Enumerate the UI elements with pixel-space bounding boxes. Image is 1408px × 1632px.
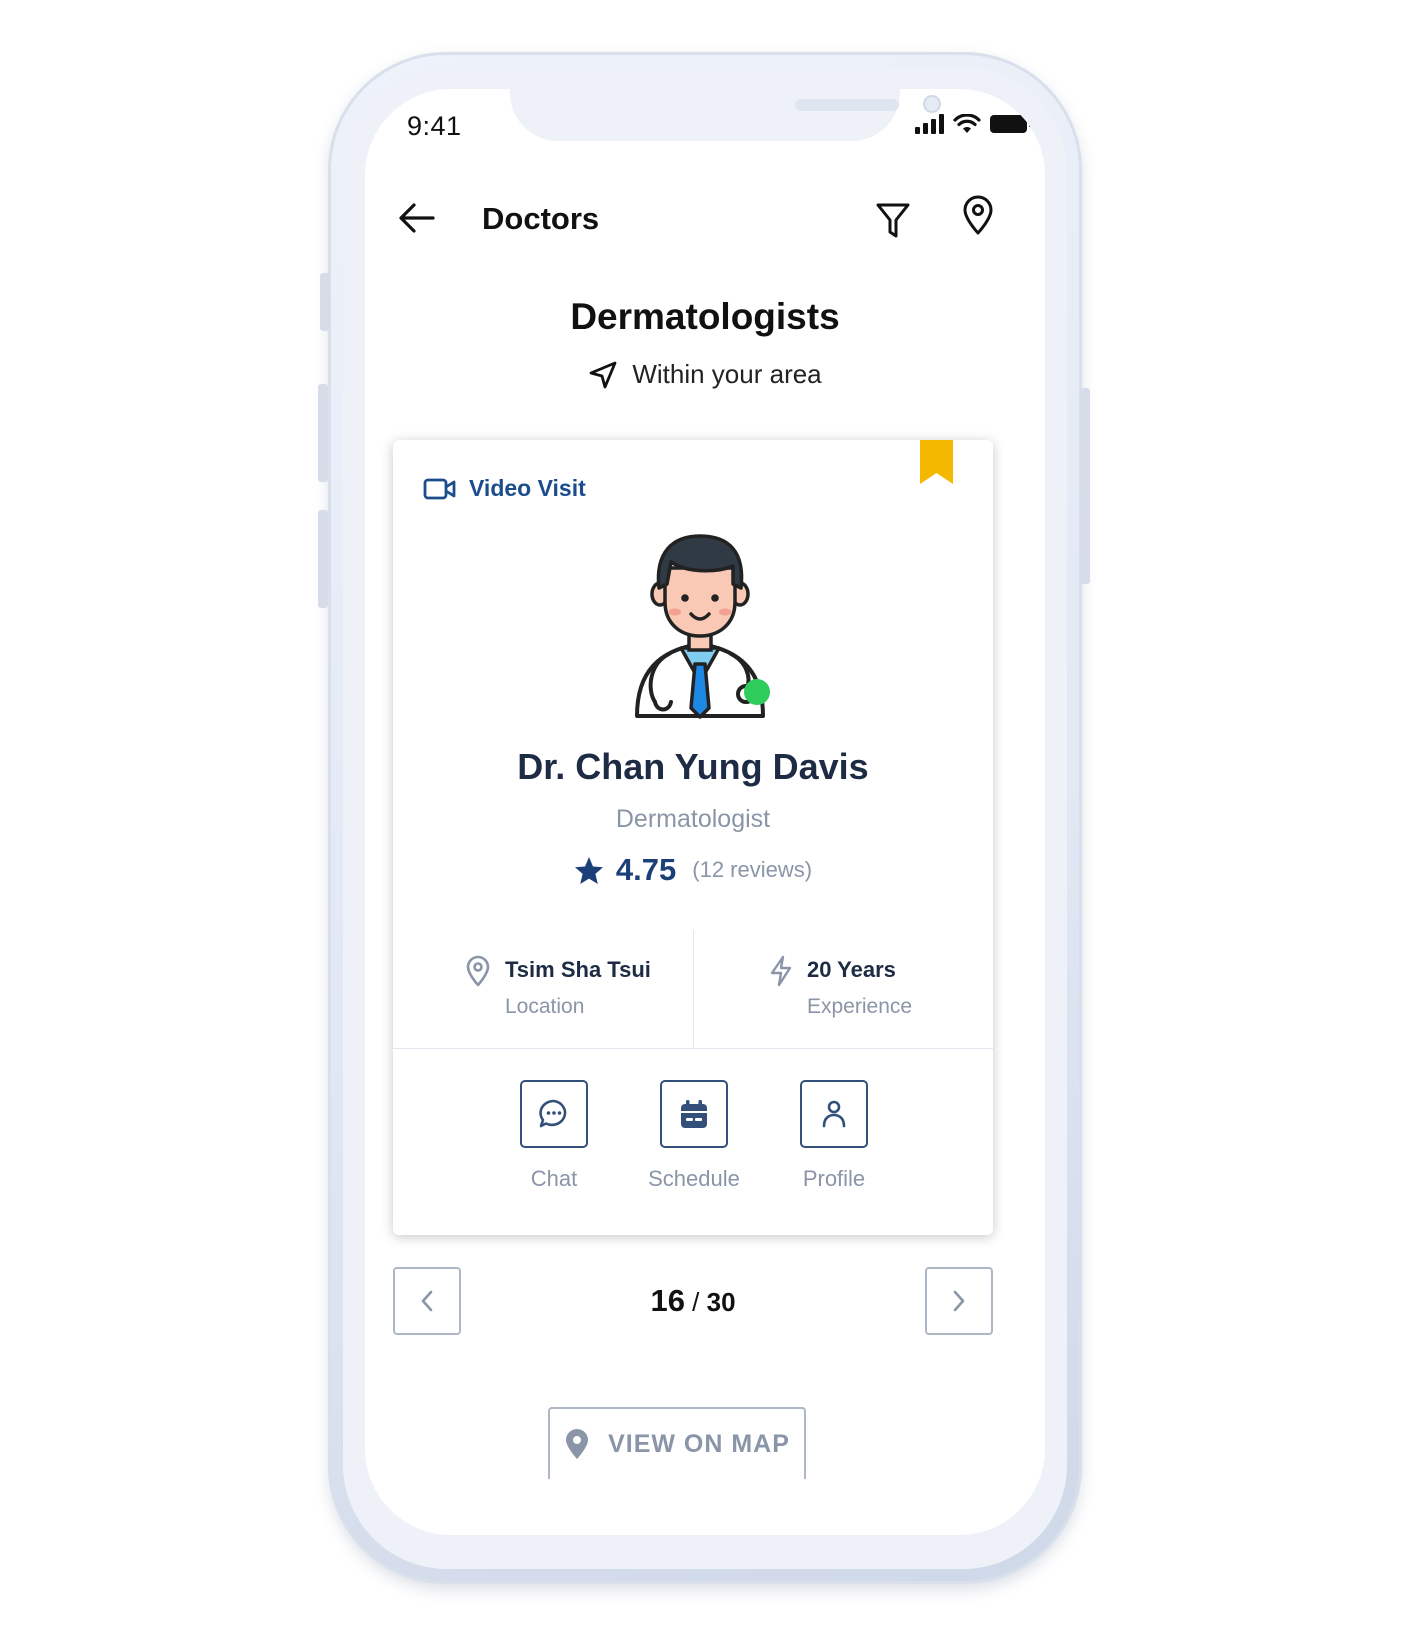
doctor-card[interactable]: Video Visit Dr. Chan Yung Davis Dermatol… bbox=[393, 440, 993, 1235]
profile-label: Profile bbox=[802, 1166, 866, 1191]
battery-icon bbox=[990, 115, 1032, 133]
info-divider-vertical bbox=[693, 930, 694, 1048]
schedule-button-box[interactable] bbox=[660, 1080, 728, 1148]
mute-switch bbox=[320, 273, 330, 331]
bookmark-icon[interactable] bbox=[920, 440, 953, 484]
status-time: 9:41 bbox=[407, 111, 462, 141]
volume-up-button bbox=[318, 384, 328, 482]
view-on-map-button[interactable]: VIEW ON MAP bbox=[548, 1407, 806, 1479]
page-current: 16 bbox=[650, 1283, 685, 1318]
doctor-specialty: Dermatologist bbox=[615, 805, 771, 833]
map-pin-icon[interactable] bbox=[961, 195, 995, 235]
front-camera bbox=[923, 95, 941, 113]
location-label: Location bbox=[505, 995, 585, 1018]
calendar-icon bbox=[681, 1100, 707, 1128]
top-navigation: Doctors bbox=[365, 189, 1045, 249]
lightning-icon bbox=[770, 955, 792, 987]
chat-label: Chat bbox=[530, 1166, 578, 1191]
navigation-arrow-icon bbox=[589, 361, 617, 388]
location-pin-icon bbox=[466, 955, 490, 987]
app-screen: 9:41 Doctors Dermatologists Within your … bbox=[365, 89, 1045, 1535]
filter-icon[interactable] bbox=[875, 201, 911, 239]
user-icon bbox=[822, 1100, 846, 1128]
wifi-icon bbox=[953, 114, 981, 133]
doctor-avatar bbox=[635, 534, 770, 719]
visit-type-label: Video Visit bbox=[469, 475, 586, 501]
schedule-button[interactable]: Schedule bbox=[634, 1080, 754, 1192]
online-status-dot bbox=[744, 679, 770, 705]
rating-value: 4.75 bbox=[615, 852, 677, 887]
speaker bbox=[795, 99, 899, 111]
volume-down-button bbox=[318, 510, 328, 608]
map-marker-icon bbox=[566, 1429, 589, 1459]
chat-button-box[interactable] bbox=[520, 1080, 588, 1148]
next-button[interactable] bbox=[925, 1267, 993, 1335]
page-counter: 16 / 30 bbox=[393, 1283, 993, 1319]
experience-value: 20 Years bbox=[807, 957, 896, 982]
profile-button[interactable]: Profile bbox=[774, 1080, 894, 1192]
signal-icon bbox=[915, 114, 944, 134]
doctor-name: Dr. Chan Yung Davis bbox=[517, 746, 869, 787]
chat-button[interactable]: Chat bbox=[494, 1080, 614, 1192]
page-separator: / bbox=[684, 1287, 707, 1317]
notch bbox=[510, 89, 941, 141]
schedule-label: Schedule bbox=[648, 1166, 740, 1191]
video-camera-icon bbox=[423, 478, 456, 499]
star-icon bbox=[574, 856, 603, 884]
area-subtitle: Within your area bbox=[632, 359, 822, 389]
back-arrow-icon[interactable] bbox=[397, 201, 437, 235]
info-divider-horizontal bbox=[393, 1048, 993, 1049]
chat-bubble-icon bbox=[539, 1099, 567, 1128]
nav-title: Doctors bbox=[482, 201, 600, 236]
experience-label: Experience bbox=[807, 995, 913, 1018]
profile-button-box[interactable] bbox=[800, 1080, 868, 1148]
view-on-map-label: VIEW ON MAP bbox=[608, 1429, 790, 1458]
page-title: Dermatologists bbox=[570, 296, 840, 337]
status-icons bbox=[915, 113, 1033, 135]
rating-row: 4.75 (12 reviews) bbox=[393, 852, 993, 888]
pagination: 16 / 30 bbox=[393, 1267, 993, 1335]
area-filter[interactable]: Within your area bbox=[365, 359, 1045, 390]
location-value: Tsim Sha Tsui bbox=[505, 957, 651, 982]
power-button bbox=[1080, 388, 1090, 584]
review-count[interactable]: (12 reviews) bbox=[692, 857, 812, 883]
page-total: 30 bbox=[706, 1287, 736, 1317]
chevron-right-icon bbox=[953, 1290, 965, 1312]
video-visit-badge: Video Visit bbox=[423, 475, 586, 502]
